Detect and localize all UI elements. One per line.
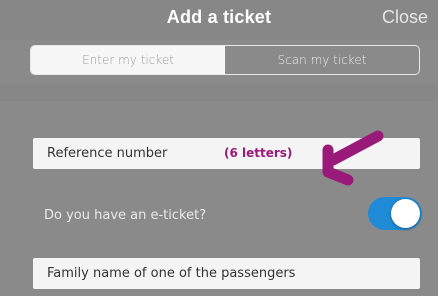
- arrow-icon: [322, 130, 384, 186]
- tab-enter-my-ticket[interactable]: Enter my ticket: [31, 46, 225, 74]
- toggle-knob: [391, 199, 420, 228]
- section-separator: [0, 84, 438, 101]
- page-title: Add a ticket: [166, 7, 272, 27]
- close-button[interactable]: Close: [382, 7, 428, 28]
- family-name-field[interactable]: Family name of one of the passengers: [33, 258, 420, 289]
- eticket-question-label: Do you have an e-ticket?: [44, 208, 207, 223]
- reference-number-placeholder: Reference number: [47, 146, 168, 161]
- reference-hint-annotation: (6 letters): [224, 146, 293, 160]
- tab-scan-my-ticket[interactable]: Scan my ticket: [225, 46, 419, 74]
- eticket-toggle[interactable]: [368, 197, 422, 230]
- family-name-placeholder: Family name of one of the passengers: [47, 266, 296, 281]
- ticket-mode-segmented-control: Enter my ticket Scan my ticket: [30, 45, 420, 75]
